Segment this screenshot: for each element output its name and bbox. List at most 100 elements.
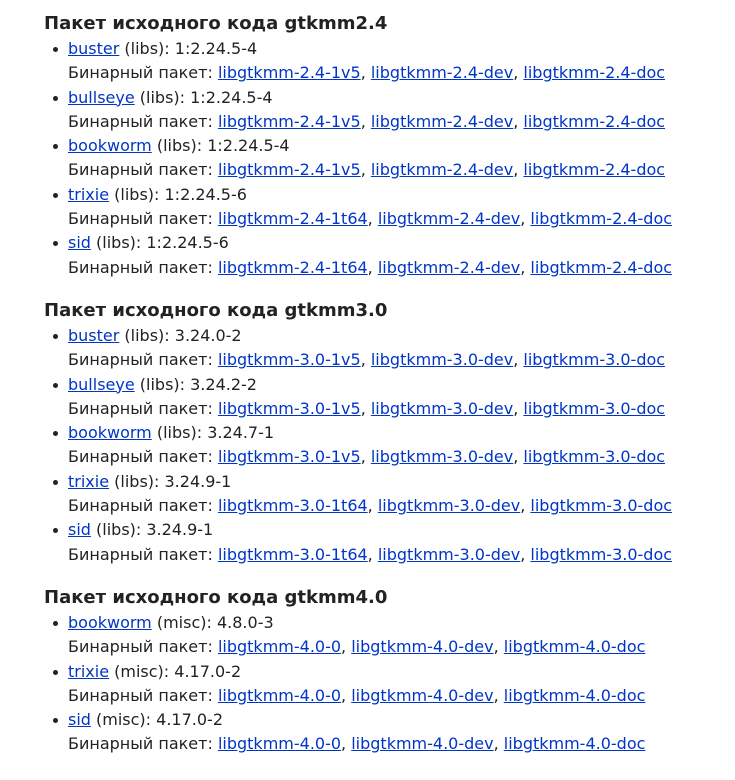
binary-package-link[interactable]: libgtkmm-2.4-dev: [371, 160, 513, 179]
binary-package-label: Бинарный пакет:: [68, 685, 213, 705]
binary-packages-line: Бинарный пакет: libgtkmm-2.4-1v5, libgtk…: [68, 61, 735, 85]
binary-package-link[interactable]: libgtkmm-4.0-doc: [504, 637, 646, 656]
binary-package-link[interactable]: libgtkmm-2.4-dev: [371, 112, 513, 131]
binary-package-link[interactable]: libgtkmm-2.4-1t64: [218, 209, 368, 228]
binary-package-link[interactable]: libgtkmm-3.0-dev: [378, 496, 520, 515]
separator: ,: [513, 350, 524, 370]
binary-packages-line: Бинарный пакет: libgtkmm-2.4-1t64, libgt…: [68, 256, 735, 280]
binary-package-link[interactable]: libgtkmm-3.0-1v5: [218, 350, 361, 369]
suite-link[interactable]: sid: [68, 520, 91, 539]
suite-link[interactable]: trixie: [68, 662, 109, 681]
binary-package-link[interactable]: libgtkmm-3.0-1t64: [218, 545, 368, 564]
source-package-title: Пакет исходного кода gtkmm4.0: [44, 586, 388, 608]
binary-package-link[interactable]: libgtkmm-4.0-0: [218, 637, 341, 656]
separator: ,: [360, 398, 371, 418]
binary-packages-line: Бинарный пакет: libgtkmm-4.0-0, libgtkmm…: [68, 732, 735, 756]
separator: ,: [367, 209, 378, 229]
suite-line: bookworm (misc): 4.8.0-3: [68, 611, 735, 635]
binary-package-link[interactable]: libgtkmm-3.0-1t64: [218, 496, 368, 515]
suite-list-item: buster (libs): 3.24.0-2 Бинарный пакет: l…: [53, 324, 735, 373]
binary-package-link[interactable]: libgtkmm-2.4-1t64: [218, 258, 368, 277]
suite-link[interactable]: trixie: [68, 472, 109, 491]
binary-package-link[interactable]: libgtkmm-3.0-1v5: [218, 447, 361, 466]
suite-list-item: bullseye (libs): 1:2.24.5-4 Бинарный паке…: [53, 86, 735, 135]
suite-link[interactable]: bullseye: [68, 375, 135, 394]
suite-version-info: (libs): 1:2.24.5-4: [134, 87, 273, 107]
suite-line: bookworm (libs): 3.24.7-1: [68, 421, 735, 445]
binary-package-link[interactable]: libgtkmm-3.0-doc: [523, 350, 665, 369]
suite-link[interactable]: sid: [68, 710, 91, 729]
suite-list-item: sid (misc): 4.17.0-2 Бинарный пакет: libg…: [53, 708, 735, 757]
binary-package-link[interactable]: libgtkmm-3.0-doc: [523, 399, 665, 418]
suite-version-info: (libs): 1:2.24.5-4: [119, 39, 258, 58]
suite-link[interactable]: bookworm: [68, 423, 152, 442]
suite-version-info: (libs): 1:2.24.5-4: [151, 136, 290, 156]
binary-package-link[interactable]: libgtkmm-2.4-doc: [523, 63, 665, 82]
separator: ,: [360, 447, 371, 467]
source-package-section: Пакет исходного кода gtkmm2.4 buster (lib…: [44, 11, 735, 280]
binary-package-link[interactable]: libgtkmm-3.0-doc: [530, 496, 672, 515]
binary-package-label: Бинарный пакет:: [68, 257, 213, 277]
suite-list-item: bookworm (libs): 1:2.24.5-4 Бинарный паке…: [53, 134, 735, 183]
binary-package-link[interactable]: libgtkmm-2.4-doc: [523, 160, 665, 179]
binary-package-link[interactable]: libgtkmm-2.4-1v5: [218, 160, 361, 179]
binary-package-link[interactable]: libgtkmm-4.0-0: [218, 734, 341, 753]
binary-package-label: Бинарный пакет:: [68, 734, 213, 754]
binary-package-link[interactable]: libgtkmm-3.0-doc: [530, 545, 672, 564]
binary-package-label: Бинарный пакет:: [68, 496, 213, 516]
binary-package-link[interactable]: libgtkmm-2.4-1v5: [218, 63, 361, 82]
suite-version-info: (libs): 3.24.9-1: [90, 520, 214, 540]
binary-package-link[interactable]: libgtkmm-2.4-doc: [530, 258, 672, 277]
binary-package-link[interactable]: libgtkmm-3.0-dev: [371, 399, 513, 418]
suite-line: bullseye (libs): 3.24.2-2: [68, 373, 735, 397]
binary-package-link[interactable]: libgtkmm-3.0-doc: [523, 447, 665, 466]
binary-package-link[interactable]: libgtkmm-2.4-dev: [378, 258, 520, 277]
suite-link[interactable]: bullseye: [68, 88, 135, 107]
suite-link[interactable]: bookworm: [68, 613, 152, 632]
separator: ,: [360, 63, 371, 83]
binary-package-label: Бинарный пакет:: [68, 447, 213, 467]
binary-package-link[interactable]: libgtkmm-2.4-1v5: [218, 112, 361, 131]
suite-version-info: (libs): 3.24.0-2: [119, 325, 242, 345]
suite-version-info: (misc): 4.17.0-2: [109, 661, 242, 681]
binary-package-link[interactable]: libgtkmm-2.4-dev: [371, 63, 513, 82]
suite-list-item: buster (libs): 1:2.24.5-4 Бинарный пакет:…: [53, 37, 735, 86]
suite-link[interactable]: bookworm: [68, 136, 152, 155]
suite-link[interactable]: buster: [68, 39, 119, 58]
binary-package-link[interactable]: libgtkmm-4.0-dev: [351, 734, 493, 753]
suite-line: sid (misc): 4.17.0-2: [68, 708, 735, 732]
suite-version-info: (libs): 3.24.9-1: [109, 471, 232, 491]
binary-package-link[interactable]: libgtkmm-4.0-0: [218, 686, 341, 705]
binary-package-link[interactable]: libgtkmm-4.0-doc: [504, 734, 646, 753]
suite-link[interactable]: sid: [68, 233, 91, 252]
suite-line: trixie (misc): 4.17.0-2: [68, 660, 735, 684]
suite-link[interactable]: buster: [68, 326, 119, 345]
source-package-title: Пакет исходного кода gtkmm3.0: [44, 299, 388, 321]
separator: ,: [341, 637, 352, 657]
binary-packages-line: Бинарный пакет: libgtkmm-3.0-1v5, libgtk…: [68, 348, 735, 372]
separator: ,: [367, 544, 378, 564]
binary-package-link[interactable]: libgtkmm-4.0-dev: [351, 686, 493, 705]
binary-package-link[interactable]: libgtkmm-3.0-1v5: [218, 399, 361, 418]
binary-package-link[interactable]: libgtkmm-2.4-dev: [378, 209, 520, 228]
suite-link[interactable]: trixie: [68, 185, 109, 204]
separator: ,: [513, 63, 524, 83]
suite-line: sid (libs): 3.24.9-1: [68, 518, 735, 542]
binary-package-link[interactable]: libgtkmm-2.4-doc: [530, 209, 672, 228]
suite-list: bookworm (misc): 4.8.0-3 Бинарный пакет: …: [44, 611, 735, 757]
suite-line: bookworm (libs): 1:2.24.5-4: [68, 134, 735, 158]
binary-package-link[interactable]: libgtkmm-4.0-doc: [504, 686, 646, 705]
binary-package-link[interactable]: libgtkmm-4.0-dev: [351, 637, 493, 656]
separator: ,: [360, 160, 371, 180]
suite-list-item: bookworm (libs): 3.24.7-1 Бинарный пакет:…: [53, 421, 735, 470]
binary-package-label: Бинарный пакет:: [68, 350, 213, 370]
binary-package-link[interactable]: libgtkmm-2.4-doc: [523, 112, 665, 131]
binary-package-link[interactable]: libgtkmm-3.0-dev: [371, 447, 513, 466]
binary-packages-line: Бинарный пакет: libgtkmm-3.0-1t64, libgt…: [68, 494, 735, 518]
suite-version-info: (misc): 4.17.0-2: [90, 710, 223, 730]
binary-package-link[interactable]: libgtkmm-3.0-dev: [378, 545, 520, 564]
binary-package-link[interactable]: libgtkmm-3.0-dev: [371, 350, 513, 369]
binary-package-label: Бинарный пакет:: [68, 63, 213, 83]
separator: ,: [520, 496, 531, 516]
suite-line: buster (libs): 3.24.0-2: [68, 324, 735, 348]
